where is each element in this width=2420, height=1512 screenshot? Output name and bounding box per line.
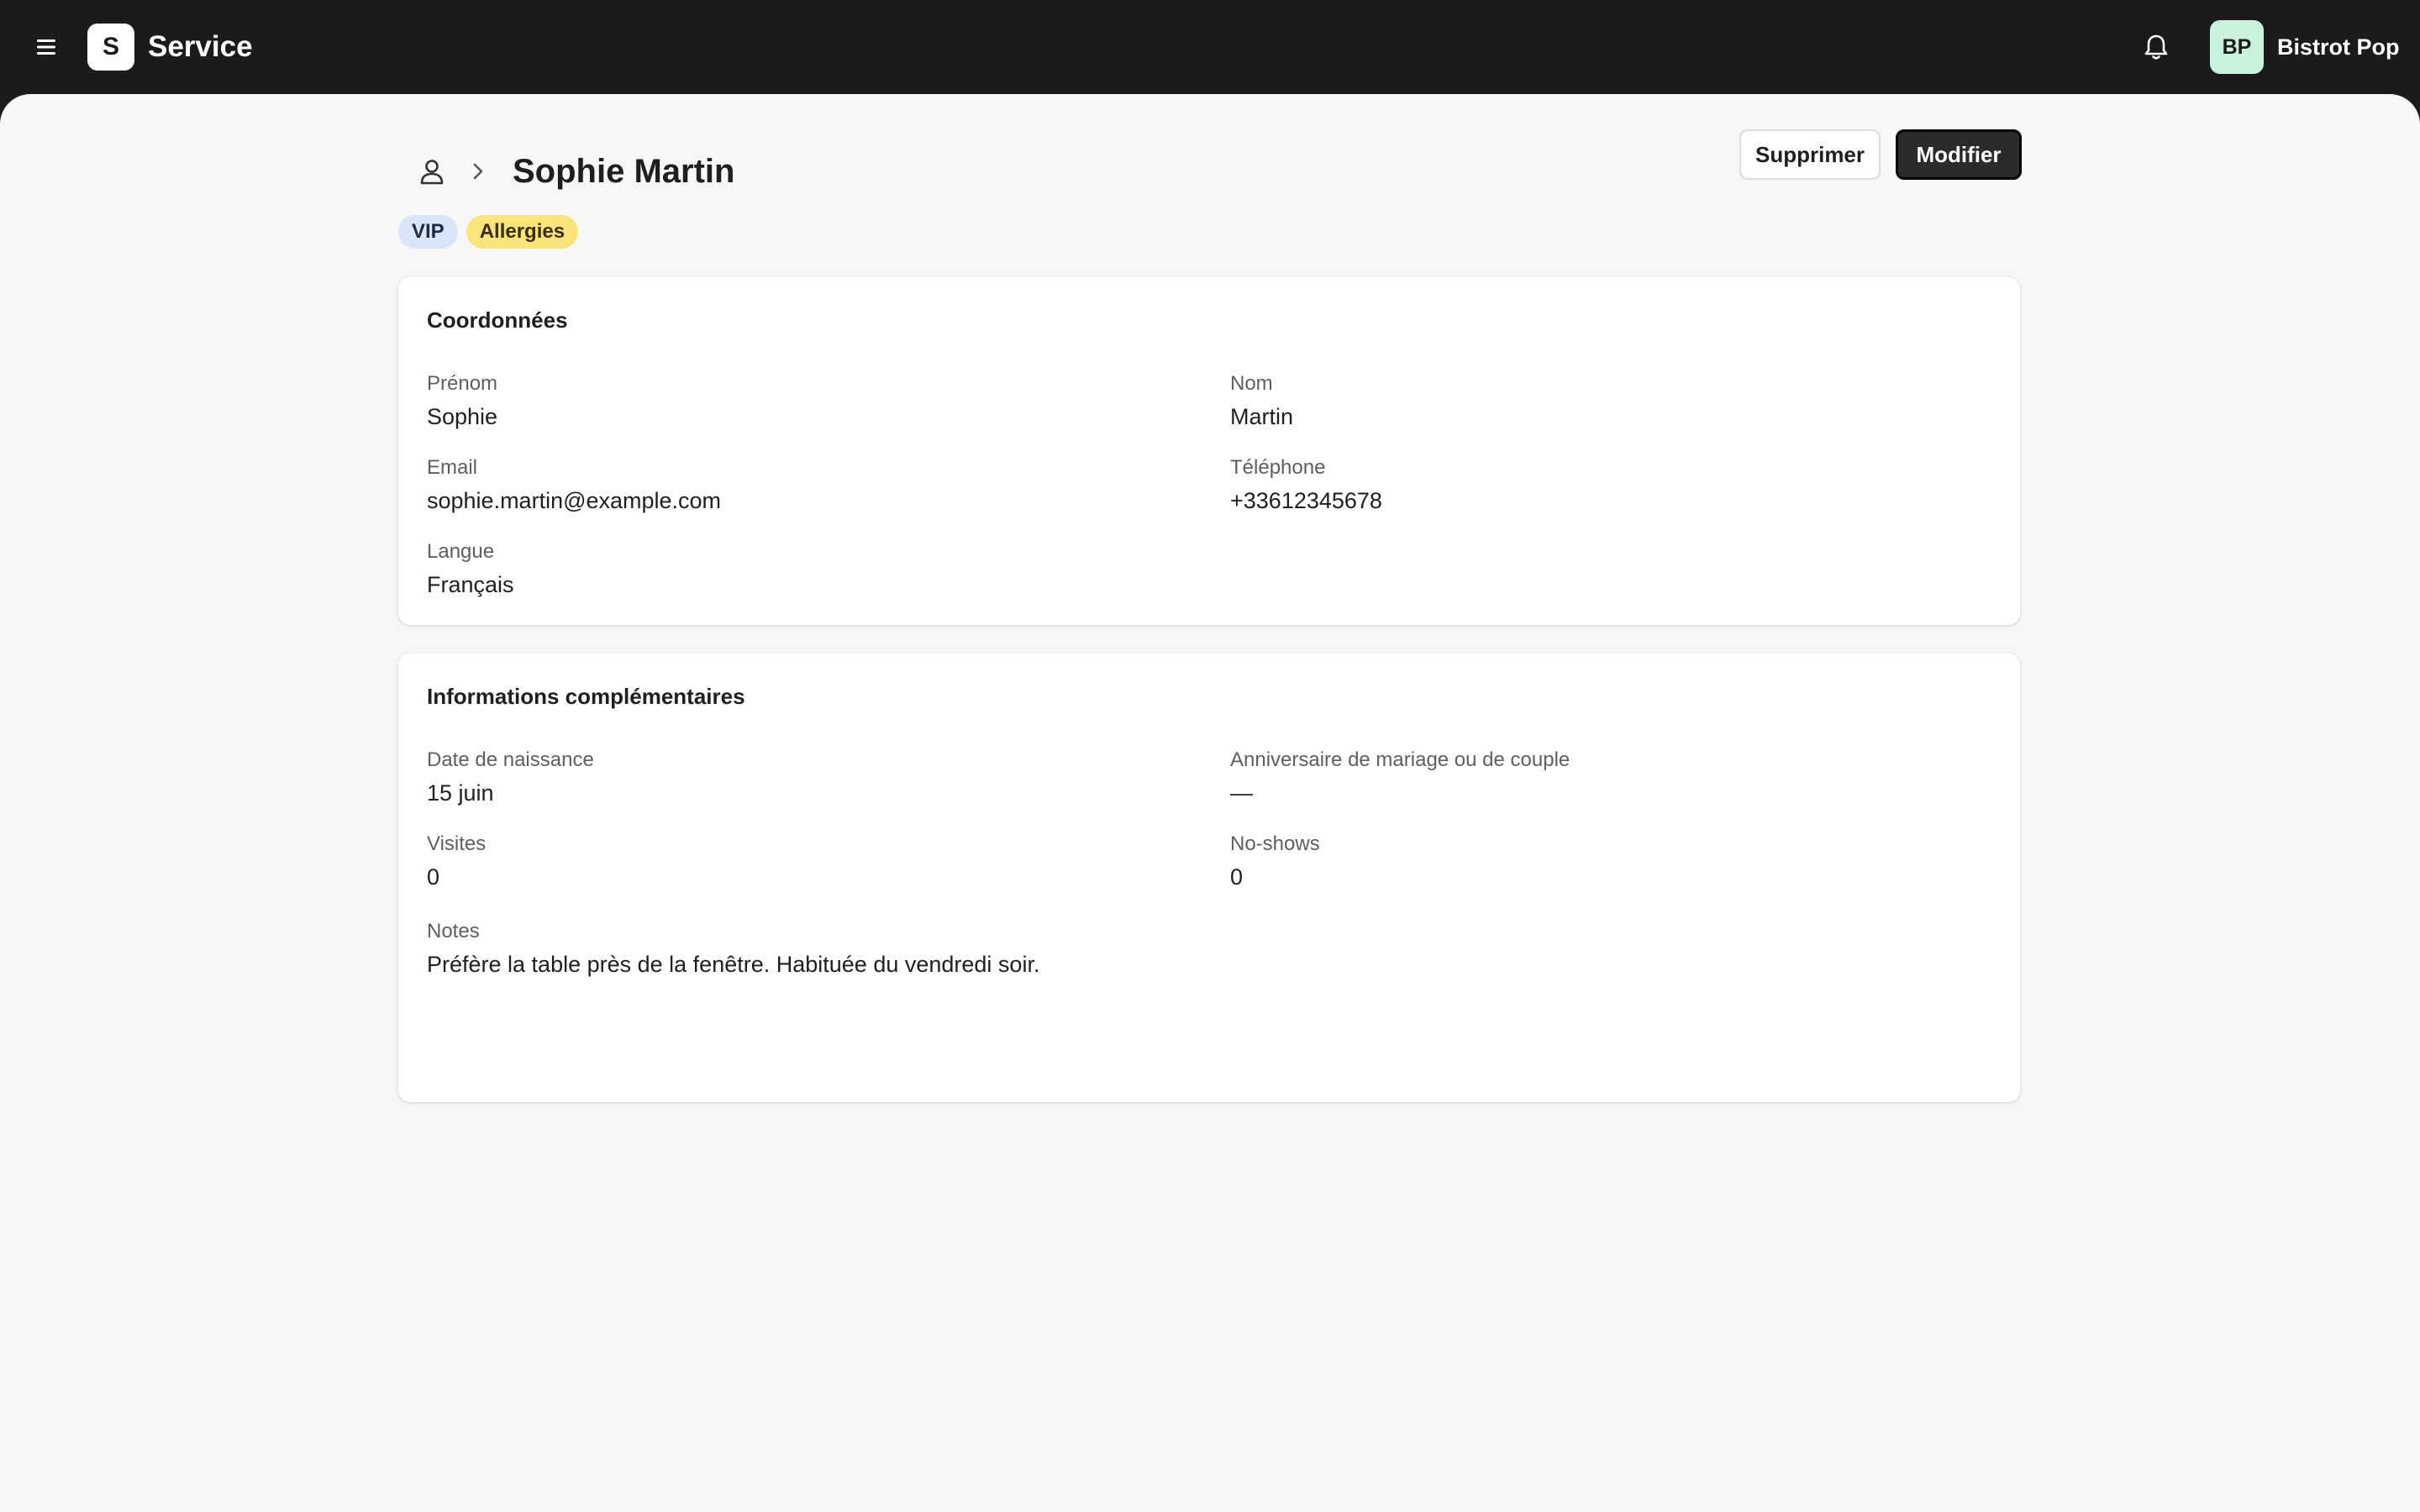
birthday-label: Date de naissance	[427, 748, 594, 771]
page-title: Sophie Martin	[513, 152, 735, 190]
hamburger-menu-icon[interactable]	[30, 27, 64, 67]
visits-value: 0	[427, 864, 440, 890]
phone-field: Téléphone +33612345678	[1230, 455, 1986, 514]
birthday-field: Date de naissance 15 juin	[427, 748, 1183, 806]
phone-value: +33612345678	[1230, 488, 1382, 513]
main-content: Sophie Martin Supprimer Modifier VIP All…	[0, 94, 2420, 1512]
first-name-label: Prénom	[427, 372, 498, 395]
vip-badge: VIP	[398, 215, 458, 249]
visits-field: Visites 0	[427, 832, 1183, 890]
email-field: Email sophie.martin@example.com	[427, 455, 1183, 514]
chevron-right-icon	[466, 159, 491, 184]
last-name-label: Nom	[1230, 372, 1273, 395]
first-name-field: Prénom Sophie	[427, 371, 1183, 430]
edit-button[interactable]: Modifier	[1896, 129, 2022, 180]
last-name-value: Martin	[1230, 404, 1294, 429]
notes-value: Préfère la table près de la fenêtre. Hab…	[427, 952, 1040, 977]
allergies-badge: Allergies	[466, 215, 579, 249]
avatar[interactable]: BP	[2210, 20, 2264, 74]
birthday-value: 15 juin	[427, 780, 494, 806]
bell-icon[interactable]	[2138, 29, 2175, 66]
user-icon[interactable]	[417, 156, 447, 186]
last-name-field: Nom Martin	[1230, 371, 1986, 430]
delete-button[interactable]: Supprimer	[1739, 129, 1881, 180]
notes-label: Notes	[427, 920, 480, 942]
app-logo[interactable]: S	[87, 24, 134, 71]
no-shows-label: No-shows	[1230, 832, 1320, 855]
visits-label: Visites	[427, 832, 487, 855]
notes-field: Notes Préfère la table près de la fenêtr…	[427, 919, 1990, 978]
anniversary-label: Anniversaire de mariage ou de couple	[1230, 748, 1570, 771]
email-label: Email	[427, 456, 478, 479]
language-label: Langue	[427, 540, 495, 563]
breadcrumb: Sophie Martin	[417, 134, 734, 208]
additional-info-card-title: Informations complémentaires	[427, 684, 745, 709]
restaurant-name[interactable]: Bistrot Pop	[2277, 30, 2400, 64]
email-value: sophie.martin@example.com	[427, 488, 722, 513]
phone-label: Téléphone	[1230, 456, 1326, 479]
first-name-value: Sophie	[427, 404, 498, 429]
anniversary-value: —	[1230, 780, 1253, 806]
anniversary-field: Anniversaire de mariage ou de couple —	[1230, 748, 1986, 806]
contact-card-title: Coordonnées	[427, 307, 568, 333]
tag-list: VIP Allergies	[398, 215, 579, 249]
no-shows-value: 0	[1230, 864, 1244, 890]
top-bar: S Service BP Bistrot Pop	[0, 0, 2420, 94]
no-shows-field: No-shows 0	[1230, 832, 1986, 890]
contact-card: Coordonnées Prénom Sophie Nom Martin Ema…	[398, 277, 2020, 625]
app-title: Service	[148, 30, 253, 63]
language-field: Langue Français	[427, 539, 1183, 598]
additional-info-card: Informations complémentaires Date de nai…	[398, 654, 2020, 1102]
language-value: Français	[427, 572, 514, 597]
